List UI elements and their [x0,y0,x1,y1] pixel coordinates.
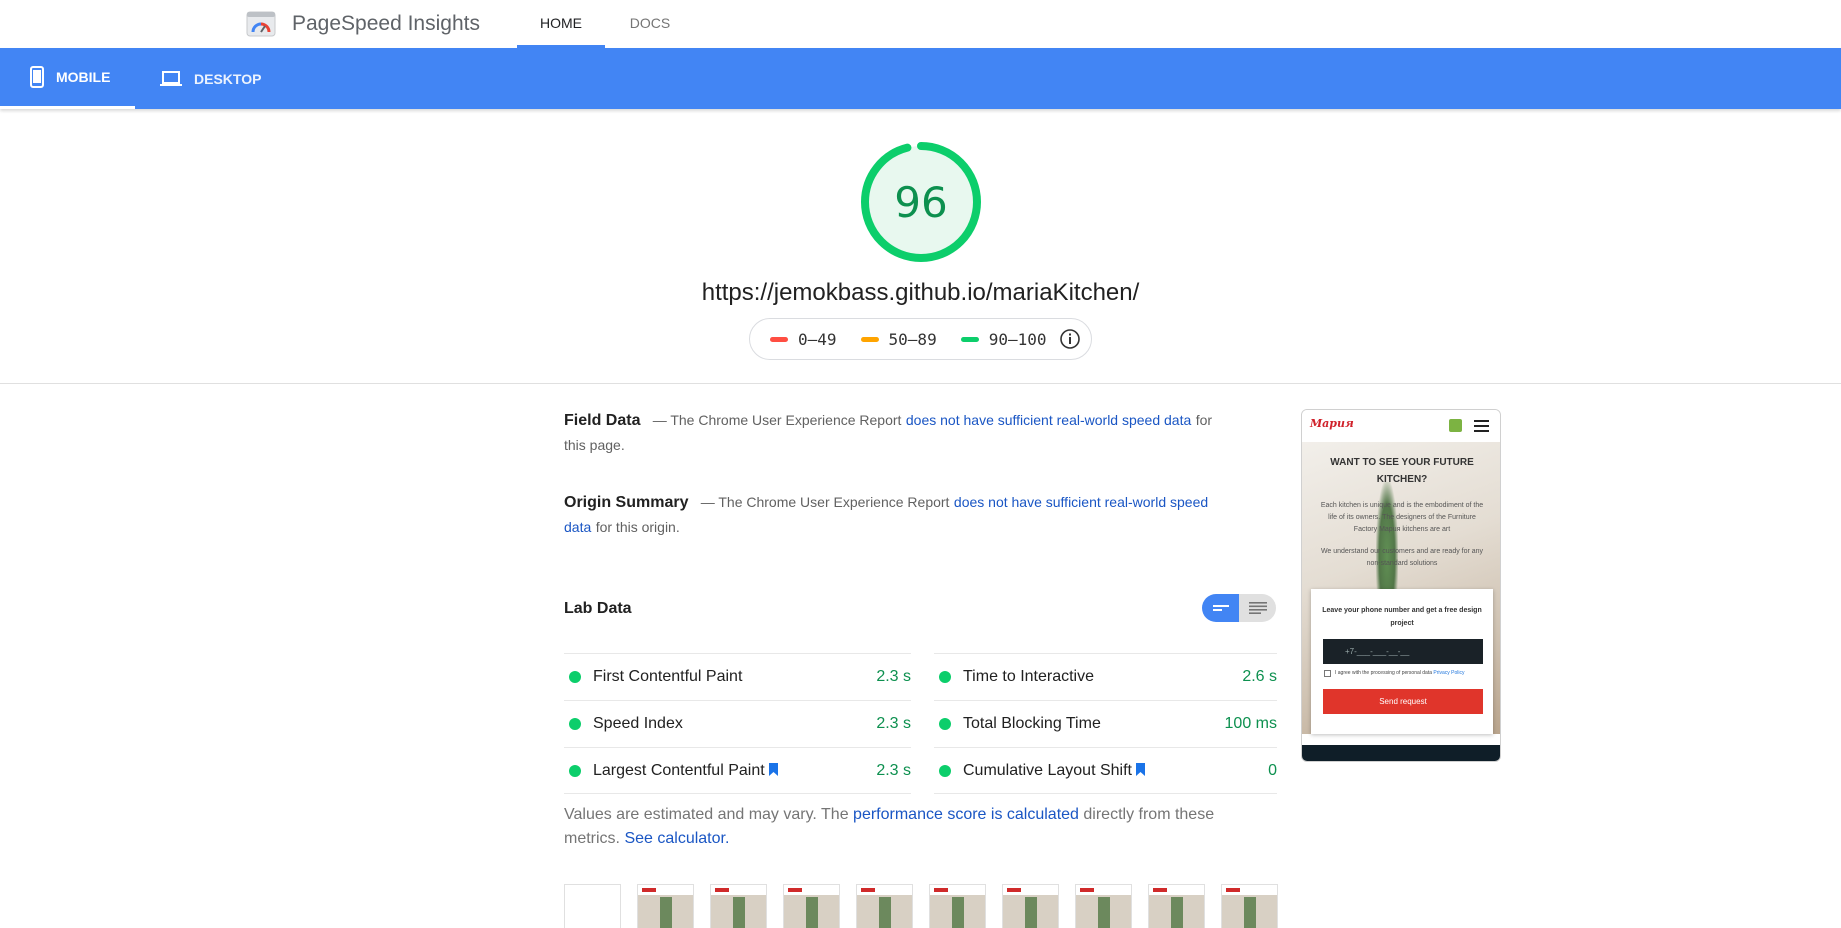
field-data-section: Field Data — The Chrome User Experience … [564,408,1214,458]
performance-score-value: 96 [894,178,948,227]
metric-value: 100 ms [1224,715,1277,732]
metric-total-blocking-time: Total Blocking Time 100 ms [934,700,1277,747]
origin-summary-title: Origin Summary [564,494,689,511]
legend-item-pass: 90–100 [960,329,1047,349]
filmstrip-frame [929,884,986,928]
filmstrip-frame [856,884,913,928]
preview-checkbox [1324,670,1331,677]
tab-docs[interactable]: DOCS [625,0,675,48]
pass-dot-icon [569,671,581,683]
preview-header: Марuя [1302,410,1500,442]
tab-desktop-label: DESKTOP [194,70,262,87]
field-data-prefix: — The Chrome User Experience Report [652,412,902,428]
metric-value: 0 [1268,761,1277,779]
metrics-right-column: Time to Interactive 2.6 s Total Blocking… [934,653,1277,794]
info-icon[interactable] [1059,328,1081,350]
filmstrip-frame [1075,884,1132,928]
pass-dot-icon [569,764,581,777]
section-divider [0,383,1841,384]
metrics-left-column: First Contentful Paint 2.3 s Speed Index… [564,653,911,794]
score-legend: 0–49 50–89 90–100 [749,318,1092,360]
preview-form-card: Leave your phone number and get a free d… [1311,589,1493,734]
pagespeed-logo-icon[interactable] [246,11,276,37]
legend-average-swatch [860,336,879,342]
filmstrip-frame [710,884,767,928]
preview-paragraph-1: Each kitchen is unique and is the embodi… [1320,502,1484,533]
metric-time-to-interactive: Time to Interactive 2.6 s [934,653,1277,700]
origin-summary-suffix: for this origin. [595,519,680,535]
pass-dot-icon [569,718,581,730]
tab-mobile[interactable]: MOBILE [0,48,135,109]
field-data-link[interactable]: does not have sufficient real-world spee… [906,412,1191,428]
analyzed-url: https://jemokbass.github.io/mariaKitchen… [701,279,1140,306]
see-calculator-link[interactable]: See calculator. [624,830,729,847]
metric-value: 2.3 s [876,761,911,779]
filmstrip-frame [1148,884,1205,928]
preview-logo: Марuя [1310,417,1354,430]
tab-mobile-label: MOBILE [56,69,111,85]
preview-send-button: Send request [1323,689,1483,714]
tab-home[interactable]: HOME [517,0,605,48]
filmstrip-frame [637,884,694,928]
metric-value: 2.6 s [1242,668,1277,685]
field-data-title: Field Data [564,412,641,429]
estimate-prefix: Values are estimated and may vary. The [564,806,849,823]
metric-speed-index: Speed Index 2.3 s [564,700,911,747]
legend-pass-swatch [960,336,979,342]
estimate-note: Values are estimated and may vary. The p… [564,803,1264,851]
metric-value: 2.3 s [876,668,911,685]
preview-heading: WANT TO SEE YOUR FUTURE KITCHEN? [1330,457,1474,485]
metric-value: 2.3 s [876,715,911,732]
metric-label: First Contentful Paint [593,668,743,685]
list-lines-icon [1248,602,1267,614]
pass-dot-icon [939,671,951,683]
final-screenshot-preview: Марuя WANT TO SEE YOUR FUTURE KITCHEN? E… [1301,409,1501,762]
short-lines-icon [1212,605,1229,611]
metric-largest-contentful-paint: Largest Contentful Paint 2.3 s [564,747,911,794]
filmstrip [564,884,1294,928]
origin-summary-section: Origin Summary — The Chrome User Experie… [564,490,1214,540]
pass-dot-icon [939,764,951,777]
filmstrip-frame [1002,884,1059,928]
score-calculated-link[interactable]: performance score is calculated [853,806,1079,823]
phone-icon [1449,419,1462,432]
legend-fail-range: 0–49 [798,329,837,349]
hamburger-menu-icon [1474,420,1489,435]
metric-label: Largest Contentful Paint [593,762,876,780]
filmstrip-frame [783,884,840,928]
legend-item-average: 50–89 [860,329,937,349]
preview-footer [1302,745,1500,761]
filmstrip-frame [564,884,621,928]
metric-cumulative-layout-shift: Cumulative Layout Shift 0 [934,747,1277,794]
legend-item-fail: 0–49 [770,330,837,349]
preview-form-title: Leave your phone number and get a free d… [1322,607,1482,627]
tab-desktop[interactable]: DESKTOP [160,48,310,109]
metric-label: Time to Interactive [963,668,1095,685]
metric-label: Cumulative Layout Shift [963,762,1268,780]
summary-view-button[interactable] [1202,594,1239,622]
view-toggle [1202,594,1276,622]
origin-summary-prefix: — The Chrome User Experience Report [700,494,950,510]
laptop-icon [160,70,182,86]
preview-paragraph-2: We understand our customers and are read… [1320,548,1484,567]
top-header: PageSpeed Insights HOME DOCS [0,0,1841,48]
preview-agree-text: I agree with the processing of personal … [1335,670,1465,676]
bookmark-icon[interactable] [768,762,778,776]
device-tab-bar: MOBILE DESKTOP [0,48,1841,109]
expanded-view-button[interactable] [1239,594,1276,622]
smartphone-icon [30,66,44,88]
filmstrip-frame [1221,884,1278,928]
preview-phone-input: +7-___-___-__-__ [1323,639,1483,664]
pass-dot-icon [939,718,951,730]
legend-average-range: 50–89 [888,329,937,349]
metric-label: Total Blocking Time [963,715,1101,732]
app-title: PageSpeed Insights [292,12,480,35]
lab-data-title: Lab Data [564,600,632,617]
legend-fail-swatch [770,336,788,342]
bookmark-icon[interactable] [1135,762,1145,776]
metric-first-contentful-paint: First Contentful Paint 2.3 s [564,653,911,700]
legend-pass-range: 90–100 [988,329,1047,349]
metric-label: Speed Index [593,715,683,732]
